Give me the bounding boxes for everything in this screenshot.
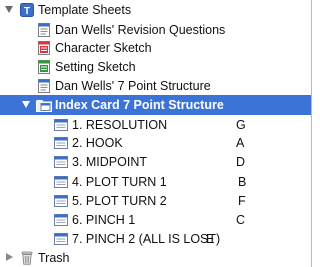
binder-item-code: D (236, 155, 246, 169)
binder-item-setting-sketch[interactable]: Setting Sketch (0, 57, 311, 77)
binder-item-code: E (206, 232, 215, 246)
index-card-icon (54, 155, 68, 169)
disclosure-triangle-closed-icon[interactable] (6, 253, 13, 261)
binder-item-label: Trash (38, 251, 70, 265)
trash-icon (20, 251, 34, 265)
binder-item-code: F (238, 194, 246, 208)
binder-item-resolution[interactable]: 1. RESOLUTION G (0, 115, 311, 135)
index-card-icon (54, 118, 68, 132)
binder-item-code: B (238, 175, 247, 189)
disclosure-triangle-open-icon[interactable] (5, 6, 13, 13)
binder-item-label: 7. PINCH 2 (ALL IS LOST) (72, 232, 221, 246)
binder-item-plot-turn-1[interactable]: 4. PLOT TURN 1 B (0, 172, 311, 192)
binder-item-label: 5. PLOT TURN 2 (72, 194, 167, 208)
binder-item-label: Character Sketch (55, 41, 152, 55)
binder-item-index-card-folder[interactable]: Index Card 7 Point Structure (0, 95, 311, 115)
disclosure-triangle-open-icon[interactable] (22, 101, 30, 108)
binder-item-label: Template Sheets (38, 3, 132, 17)
binder-item-hook[interactable]: 2. HOOK A (0, 133, 311, 153)
binder-item-template-sheets[interactable]: T Template Sheets (0, 0, 311, 20)
binder-item-character-sketch[interactable]: Character Sketch (0, 38, 311, 58)
binder-item-label: 6. PINCH 1 (72, 213, 136, 227)
binder-item-label: Setting Sketch (55, 60, 136, 74)
binder-item-plot-turn-2[interactable]: 5. PLOT TURN 2 F (0, 191, 311, 211)
template-folder-icon: T (20, 3, 34, 17)
folder-with-document-icon (36, 98, 52, 112)
binder-outline: T Template Sheets Dan Wells' Revision Qu… (0, 0, 312, 267)
binder-item-trash[interactable]: Trash (0, 248, 311, 267)
binder-item-label: 4. PLOT TURN 1 (72, 175, 167, 189)
index-card-icon (54, 136, 68, 150)
binder-item-code: A (236, 136, 245, 150)
binder-item-label: Dan Wells' 7 Point Structure (55, 79, 211, 93)
index-card-icon (54, 232, 68, 246)
binder-item-label: 1. RESOLUTION (72, 118, 168, 132)
index-card-icon (54, 213, 68, 227)
binder-item-label: Dan Wells' Revision Questions (55, 23, 226, 37)
index-card-icon (54, 175, 68, 189)
binder-item-label: 3. MIDPOINT (72, 155, 148, 169)
binder-item-pinch-1[interactable]: 6. PINCH 1 C (0, 210, 311, 230)
binder-item-pinch-2[interactable]: 7. PINCH 2 (ALL IS LOST) E (0, 229, 311, 249)
binder-item-label: Index Card 7 Point Structure (55, 98, 224, 112)
binder-item-code: C (236, 213, 246, 227)
binder-item-midpoint[interactable]: 3. MIDPOINT D (0, 152, 311, 172)
binder-item-seven-point-structure[interactable]: Dan Wells' 7 Point Structure (0, 76, 311, 96)
binder-item-code: G (236, 118, 246, 132)
binder-item-label: 2. HOOK (72, 136, 123, 150)
character-sketch-icon (37, 41, 51, 55)
binder-item-revision-questions[interactable]: Dan Wells' Revision Questions (0, 20, 311, 40)
svg-text:T: T (24, 6, 30, 17)
text-document-icon (37, 23, 51, 37)
text-document-icon (37, 79, 51, 93)
setting-sketch-icon (37, 60, 51, 74)
index-card-icon (54, 194, 68, 208)
